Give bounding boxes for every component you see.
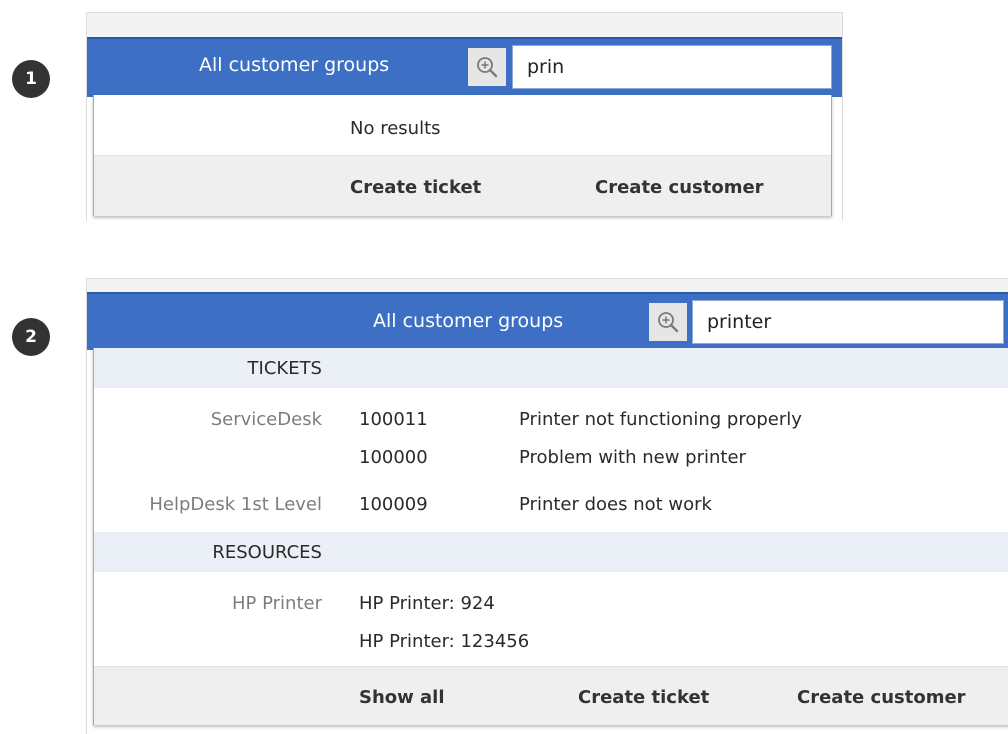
customer-search-bar: All customer groups xyxy=(87,292,1008,350)
customer-group-selector[interactable]: All customer groups xyxy=(373,310,563,332)
ticket-title[interactable]: Problem with new printer xyxy=(519,447,746,468)
search-results-dropdown: No results Create ticket Create customer xyxy=(93,95,832,216)
ticket-title[interactable]: Printer does not work xyxy=(519,494,712,515)
section-title: TICKETS xyxy=(247,358,322,379)
show-all-link[interactable]: Show all xyxy=(359,687,445,708)
group-name-helpdesk: HelpDesk 1st Level xyxy=(149,494,322,515)
create-ticket-link[interactable]: Create ticket xyxy=(578,687,709,708)
customer-group-selector[interactable]: All customer groups xyxy=(199,54,389,76)
ticket-title[interactable]: Printer not functioning properly xyxy=(519,409,802,430)
step-badge-2: 2 xyxy=(12,318,50,356)
group-name-servicedesk: ServiceDesk xyxy=(210,409,322,430)
section-title: RESOURCES xyxy=(212,542,322,563)
background-strip xyxy=(87,13,842,37)
search-input[interactable] xyxy=(512,45,832,89)
create-ticket-link[interactable]: Create ticket xyxy=(350,177,481,198)
zoom-search-button[interactable] xyxy=(649,303,687,341)
section-header-resources: RESOURCES xyxy=(94,532,1008,572)
resource-item[interactable]: HP Printer: 123456 xyxy=(359,631,529,652)
create-customer-link[interactable]: Create customer xyxy=(595,177,764,198)
zoom-in-icon xyxy=(477,57,498,78)
no-results-text: No results xyxy=(350,118,441,139)
ticket-id[interactable]: 100000 xyxy=(359,447,428,468)
search-input[interactable] xyxy=(692,300,1004,344)
create-customer-link[interactable]: Create customer xyxy=(797,687,966,708)
section-header-tickets: TICKETS xyxy=(94,348,1008,388)
search-results-dropdown: TICKETS ServiceDesk 100011 Printer not f… xyxy=(93,348,1008,725)
resource-item[interactable]: HP Printer: 924 xyxy=(359,593,495,614)
zoom-in-icon xyxy=(658,312,679,333)
background-strip xyxy=(87,279,1008,292)
group-name-hp-printer: HP Printer xyxy=(232,593,322,614)
customer-search-bar: All customer groups xyxy=(87,37,842,97)
dropdown-footer: Show all Create ticket Create customer xyxy=(94,666,1008,725)
ticket-id[interactable]: 100009 xyxy=(359,494,428,515)
panel-step-2: All customer groups TICKETS ServiceDesk … xyxy=(86,278,1008,734)
step-badge-1: 1 xyxy=(12,60,50,98)
panel-step-1: All customer groups No results Create ti… xyxy=(86,12,843,221)
ticket-id[interactable]: 100011 xyxy=(359,409,428,430)
zoom-search-button[interactable] xyxy=(468,48,506,86)
dropdown-footer: Create ticket Create customer xyxy=(94,155,831,216)
